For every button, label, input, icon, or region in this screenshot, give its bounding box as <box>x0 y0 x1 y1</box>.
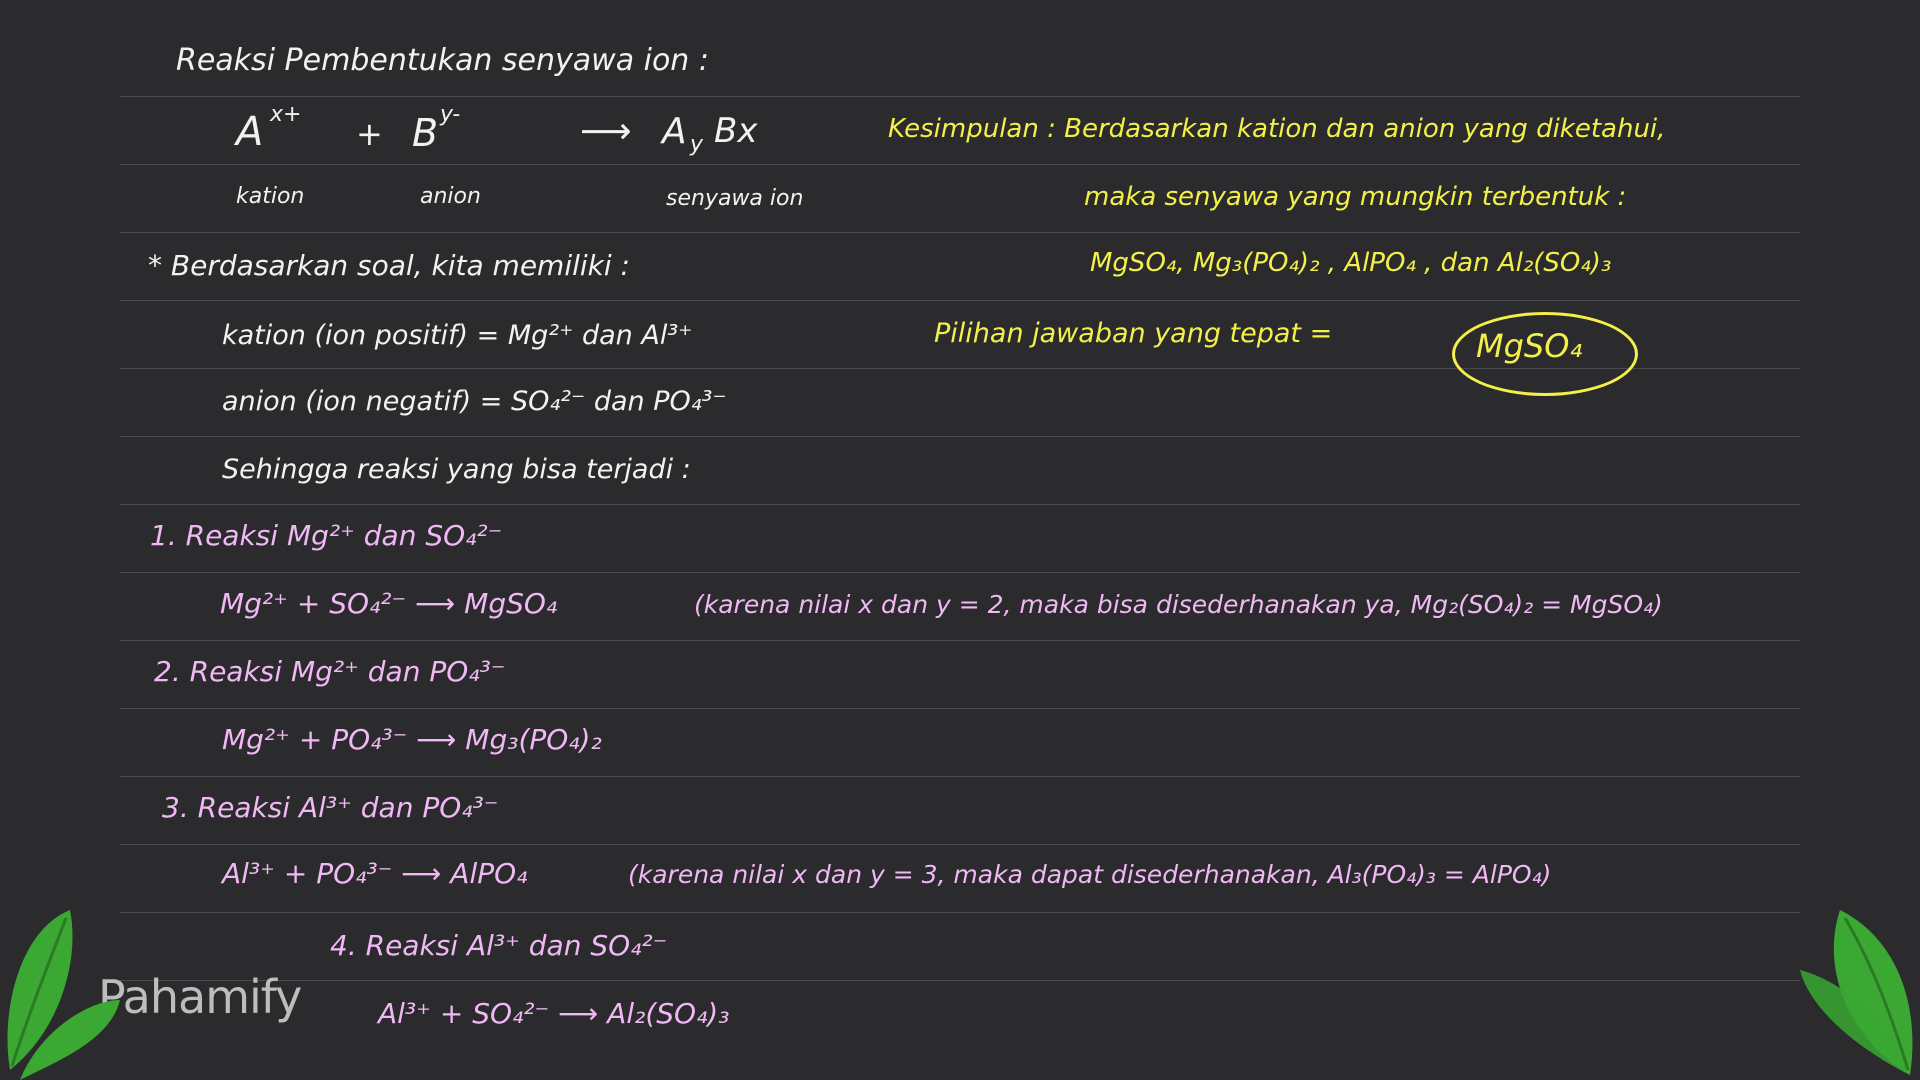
so-line: Sehingga reaksi yang bisa terjadi : <box>222 454 691 485</box>
cation-symbol: A <box>236 109 264 155</box>
product-a: A <box>662 111 687 152</box>
anion-charge: y- <box>440 102 461 127</box>
given-intro: * Berdasarkan soal, kita memiliki : <box>148 249 630 282</box>
reaction-4-heading: 4. Reaksi Al³⁺ dan SO₄²⁻ <box>330 929 668 962</box>
rule-line <box>120 708 1800 709</box>
rule-line <box>120 572 1800 573</box>
answer-value: MgSO₄ <box>1476 327 1583 365</box>
rule-line <box>120 96 1800 97</box>
reaction-3-note: (karena nilai x dan y = 3, maka dapat di… <box>628 860 1552 889</box>
leaf-left-icon <box>7 910 120 1080</box>
label-anion: anion <box>420 184 481 209</box>
reaction-4-equation: Al³⁺ + SO₄²⁻ ⟶ Al₂(SO₄)₃ <box>378 997 730 1030</box>
reaction-1-equation: Mg²⁺ + SO₄²⁻ ⟶ MgSO₄ <box>220 587 558 620</box>
reaction-1-note: (karena nilai x dan y = 2, maka bisa dis… <box>694 590 1663 619</box>
label-cation: kation <box>236 184 305 209</box>
rule-line <box>120 504 1800 505</box>
rule-line <box>120 436 1800 437</box>
rule-line <box>120 232 1800 233</box>
reaction-1-heading: 1. Reaksi Mg²⁺ dan SO₄²⁻ <box>150 519 503 552</box>
given-cation-line: kation (ion positif) = Mg²⁺ dan Al³⁺ <box>222 320 693 351</box>
plus-sign: + <box>356 115 383 153</box>
answer-label: Pilihan jawaban yang tepat = <box>934 318 1333 349</box>
conclusion-line-3: MgSO₄, Mg₃(PO₄)₂ , AlPO₄ , dan Al₂(SO₄)₃ <box>1090 248 1612 278</box>
leaf-right-icon <box>1800 910 1913 1075</box>
reaction-arrow: ⟶ <box>580 111 632 152</box>
label-product: senyawa ion <box>666 186 804 211</box>
page-title: Reaksi Pembentukan senyawa ion : <box>176 43 709 78</box>
reaction-2-equation: Mg²⁺ + PO₄³⁻ ⟶ Mg₃(PO₄)₂ <box>222 723 602 756</box>
anion-symbol: B <box>412 111 439 155</box>
rule-line <box>120 912 1800 913</box>
reaction-2-heading: 2. Reaksi Mg²⁺ dan PO₄³⁻ <box>154 655 506 688</box>
reaction-3-heading: 3. Reaksi Al³⁺ dan PO₄³⁻ <box>162 791 499 824</box>
rule-line <box>120 640 1800 641</box>
conclusion-line-2: maka senyawa yang mungkin terbentuk : <box>1084 182 1627 212</box>
rule-line <box>120 980 1800 981</box>
cation-charge: x+ <box>270 102 302 127</box>
rule-line <box>120 844 1800 845</box>
given-anion-line: anion (ion negatif) = SO₄²⁻ dan PO₄³⁻ <box>222 386 727 417</box>
rule-line <box>120 164 1800 165</box>
rule-line <box>120 300 1800 301</box>
product-bx: Bx <box>714 111 758 151</box>
reaction-3-equation: Al³⁺ + PO₄³⁻ ⟶ AlPO₄ <box>222 857 528 890</box>
rule-line <box>120 776 1800 777</box>
product-sub-y: y <box>690 132 704 157</box>
conclusion-line-1: Kesimpulan : Berdasarkan kation dan anio… <box>888 114 1666 144</box>
